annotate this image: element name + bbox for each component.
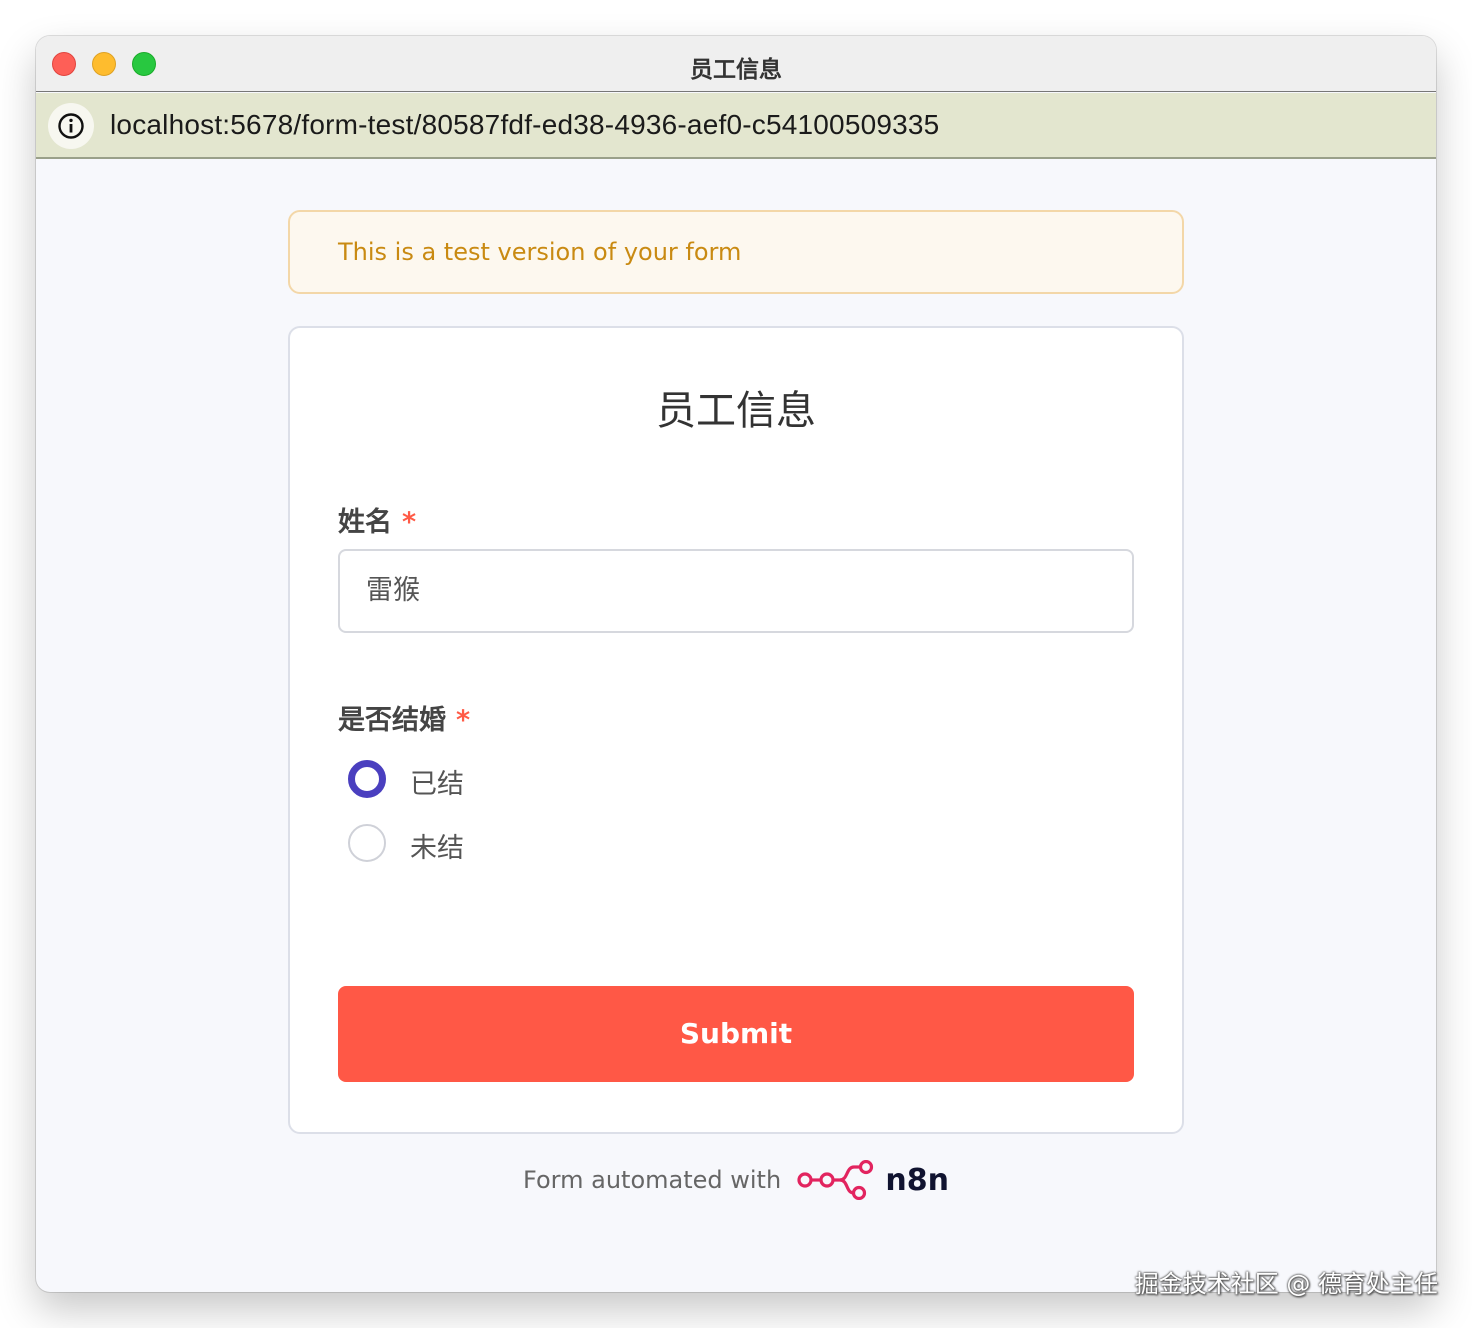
- test-version-banner: This is a test version of your form: [288, 210, 1184, 294]
- required-asterisk: *: [402, 507, 417, 538]
- footer-text: Form automated with: [523, 1166, 782, 1194]
- test-version-text: This is a test version of your form: [338, 238, 742, 266]
- watermark: 掘金技术社区 @ 德育处主任: [1134, 1270, 1438, 1298]
- name-label-text: 姓名: [338, 507, 392, 538]
- form-card: 员工信息 姓名 * 雷猴 是否结婚 * 已结 未结 Submit: [288, 326, 1184, 1134]
- name-input[interactable]: 雷猴: [338, 549, 1134, 633]
- submit-button[interactable]: Submit: [338, 986, 1134, 1082]
- name-field-label: 姓名 *: [338, 500, 416, 539]
- address-bar[interactable]: localhost:5678/form-test/80587fdf-ed38-4…: [36, 93, 1436, 159]
- marital-label-text: 是否结婚: [338, 705, 446, 736]
- browser-window: 员工信息 localhost:5678/form-test/80587fdf-e…: [36, 36, 1436, 1292]
- form-title: 员工信息: [656, 388, 816, 434]
- window-title: 员工信息: [690, 57, 782, 83]
- url-text[interactable]: localhost:5678/form-test/80587fdf-ed38-4…: [110, 109, 939, 141]
- n8n-brand[interactable]: n8n: [885, 1163, 949, 1198]
- radio-label-unmarried[interactable]: 未结: [410, 826, 464, 865]
- footer: Form automated with n8n: [36, 1160, 1436, 1210]
- title-bar: 员工信息: [36, 36, 1436, 92]
- radio-button-selected[interactable]: [348, 760, 386, 798]
- radio-option-married[interactable]: 已结: [348, 760, 648, 800]
- n8n-logo-icon[interactable]: [796, 1160, 874, 1200]
- info-icon[interactable]: [48, 103, 94, 149]
- radio-option-unmarried[interactable]: 未结: [348, 824, 648, 864]
- radio-button-unselected[interactable]: [348, 824, 386, 862]
- marital-field-label: 是否结婚 *: [338, 698, 470, 737]
- radio-label-married[interactable]: 已结: [410, 762, 464, 801]
- required-asterisk: *: [456, 705, 471, 736]
